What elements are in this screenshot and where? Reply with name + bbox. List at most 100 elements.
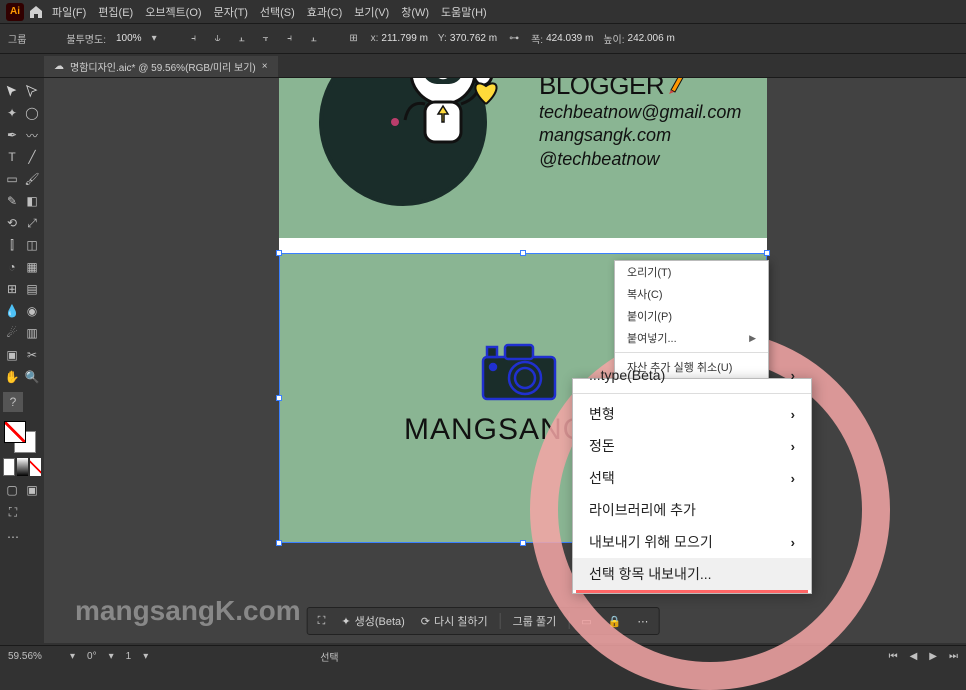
menu-file[interactable]: 파일(F): [48, 2, 90, 22]
symbol-tool[interactable]: ☄: [3, 323, 21, 343]
recolor-button[interactable]: ⟳다시 칠하기: [417, 611, 492, 631]
doc-icon[interactable]: ▭: [577, 613, 595, 630]
link-icon[interactable]: ⊶: [507, 32, 521, 46]
free-transform-tool[interactable]: ◫: [23, 235, 41, 255]
chevron-down-icon[interactable]: ▾: [70, 651, 75, 662]
menu-effect[interactable]: 효과(C): [303, 2, 347, 22]
status-selection-label: 선택: [320, 649, 338, 664]
ctx2-arrange[interactable]: 정돈›: [573, 430, 811, 462]
swatch-gradient[interactable]: [17, 458, 28, 476]
zoom-value[interactable]: 59.56%: [8, 651, 58, 662]
menu-object[interactable]: 오브젝트(O): [141, 2, 205, 22]
ctx2-select[interactable]: 선택›: [573, 462, 811, 494]
rectangle-tool[interactable]: ▭: [3, 169, 21, 189]
mesh-tool[interactable]: ⊞: [3, 279, 21, 299]
brush-tool[interactable]: 🖌: [23, 169, 41, 189]
w-value[interactable]: 424.039 m: [546, 33, 593, 44]
chevron-down-icon[interactable]: ▾: [152, 33, 157, 44]
ctx-paste[interactable]: 붙이기(P): [615, 305, 768, 327]
draw-normal-icon[interactable]: ▢: [3, 480, 21, 500]
ctx2-collect-export[interactable]: 내보내기 위해 모으기›: [573, 526, 811, 558]
pen-tool[interactable]: ✒: [3, 125, 21, 145]
eraser-tool[interactable]: ◧: [23, 191, 41, 211]
tab-bar: ☁ 명함디자인.aic* @ 59.56%(RGB/미리 보기) ×: [0, 54, 966, 78]
unknown-tool[interactable]: ?: [3, 392, 23, 412]
artboard-nav[interactable]: 1: [126, 651, 132, 662]
ctx2-transform[interactable]: 변형›: [573, 398, 811, 430]
watermark-text: mangsangK.com: [75, 595, 301, 627]
close-tab-icon[interactable]: ×: [262, 61, 268, 72]
transform-icon[interactable]: ⊞: [347, 32, 361, 46]
opacity-value[interactable]: 100%: [116, 33, 142, 44]
type-tool[interactable]: T: [3, 147, 21, 167]
ctx2-retype[interactable]: ...type(Beta)›: [573, 361, 811, 389]
align-center-h-icon[interactable]: ⫝: [211, 32, 225, 46]
lock-icon[interactable]: 🔒: [604, 613, 626, 630]
align-bottom-icon[interactable]: ⫠: [307, 32, 321, 46]
rotate-tool[interactable]: ⟲: [3, 213, 21, 233]
nav-prev-icon[interactable]: ◀: [910, 651, 918, 662]
zoom-tool[interactable]: 🔍: [23, 367, 41, 387]
swatch-none[interactable]: [30, 458, 41, 476]
screen-mode-icon[interactable]: ⛶: [3, 502, 23, 522]
gradient-tool[interactable]: ▤: [23, 279, 41, 299]
align-left-icon[interactable]: ⫞: [187, 32, 201, 46]
menu-type[interactable]: 문자(T): [210, 2, 252, 22]
curvature-tool[interactable]: 〰: [23, 125, 41, 145]
document-tab[interactable]: ☁ 명함디자인.aic* @ 59.56%(RGB/미리 보기) ×: [44, 56, 278, 77]
chevron-right-icon: ›: [791, 439, 795, 454]
expand-button[interactable]: ⛶: [314, 613, 330, 630]
graph-tool[interactable]: ▥: [23, 323, 41, 343]
shape-builder-tool[interactable]: ◔: [3, 257, 21, 277]
artboard-tool[interactable]: ▣: [3, 345, 21, 365]
chevron-down-icon[interactable]: ▾: [109, 651, 114, 662]
menu-help[interactable]: 도움말(H): [437, 2, 491, 22]
menu-select[interactable]: 선택(S): [256, 2, 299, 22]
x-value[interactable]: 211.799 m: [381, 33, 428, 44]
menu-edit[interactable]: 편집(E): [94, 2, 137, 22]
toolbox: ✦◯ ✒〰 T╱ ▭🖌 ✎◧ ⟲⤢ ⫿◫ ◔▦ ⊞▤ 💧◉ ☄▥ ▣✂ ✋🔍 ?…: [0, 78, 44, 643]
eyedropper-tool[interactable]: 💧: [3, 301, 21, 321]
pencil-icon: [667, 78, 687, 94]
lasso-tool[interactable]: ◯: [23, 103, 41, 123]
slice-tool[interactable]: ✂: [23, 345, 41, 365]
scale-tool[interactable]: ⤢: [23, 213, 41, 233]
edit-toolbar-icon[interactable]: ⋯: [3, 527, 23, 547]
nav-last-icon[interactable]: ⏭: [949, 651, 958, 662]
shaper-tool[interactable]: ✎: [3, 191, 21, 211]
h-value[interactable]: 242.006 m: [628, 33, 675, 44]
ungroup-button[interactable]: 그룹 풀기: [509, 611, 561, 631]
direct-selection-tool[interactable]: [23, 81, 41, 101]
ctx-cut[interactable]: 오리기(T): [615, 261, 768, 283]
swatch-fill[interactable]: [3, 458, 15, 476]
draw-behind-icon[interactable]: ▣: [23, 480, 41, 500]
align-right-icon[interactable]: ⫠: [235, 32, 249, 46]
align-top-icon[interactable]: ⫟: [259, 32, 273, 46]
more-icon[interactable]: ⋯: [633, 613, 652, 630]
line-tool[interactable]: ╱: [23, 147, 41, 167]
rotate-angle[interactable]: 0°: [87, 651, 97, 662]
astronaut-illustration: [319, 78, 487, 206]
chevron-down-icon[interactable]: ▾: [143, 651, 148, 662]
perspective-tool[interactable]: ▦: [23, 257, 41, 277]
width-tool[interactable]: ⫿: [3, 235, 21, 255]
ctx-copy[interactable]: 복사(C): [615, 283, 768, 305]
nav-first-icon[interactable]: ⏮: [889, 651, 898, 662]
ctx2-export-selection[interactable]: 선택 항목 내보내기...: [573, 558, 811, 590]
align-center-v-icon[interactable]: ⫞: [283, 32, 297, 46]
ctx-paste-special[interactable]: 붙여넣기...▶: [615, 327, 768, 349]
y-value[interactable]: 370.762 m: [450, 33, 497, 44]
blend-tool[interactable]: ◉: [23, 301, 41, 321]
hand-tool[interactable]: ✋: [3, 367, 21, 387]
nav-next-icon[interactable]: ▶: [929, 651, 937, 662]
ctx2-add-library[interactable]: 라이브러리에 추가: [573, 494, 811, 526]
home-icon[interactable]: [28, 4, 44, 20]
menu-view[interactable]: 보기(V): [350, 2, 393, 22]
generate-button[interactable]: ✦생성(Beta): [337, 611, 408, 631]
fill-stroke-picker[interactable]: [2, 419, 38, 455]
magic-wand-tool[interactable]: ✦: [3, 103, 21, 123]
selection-tool[interactable]: [3, 81, 21, 101]
menu-window[interactable]: 창(W): [397, 2, 433, 22]
context-menu-large: ...type(Beta)› 변형› 정돈› 선택› 라이브러리에 추가 내보내…: [572, 378, 812, 594]
status-bar: 59.56% ▾ 0° ▾ 1 ▾ 선택 ⏮ ◀ ▶ ⏭: [0, 645, 966, 667]
